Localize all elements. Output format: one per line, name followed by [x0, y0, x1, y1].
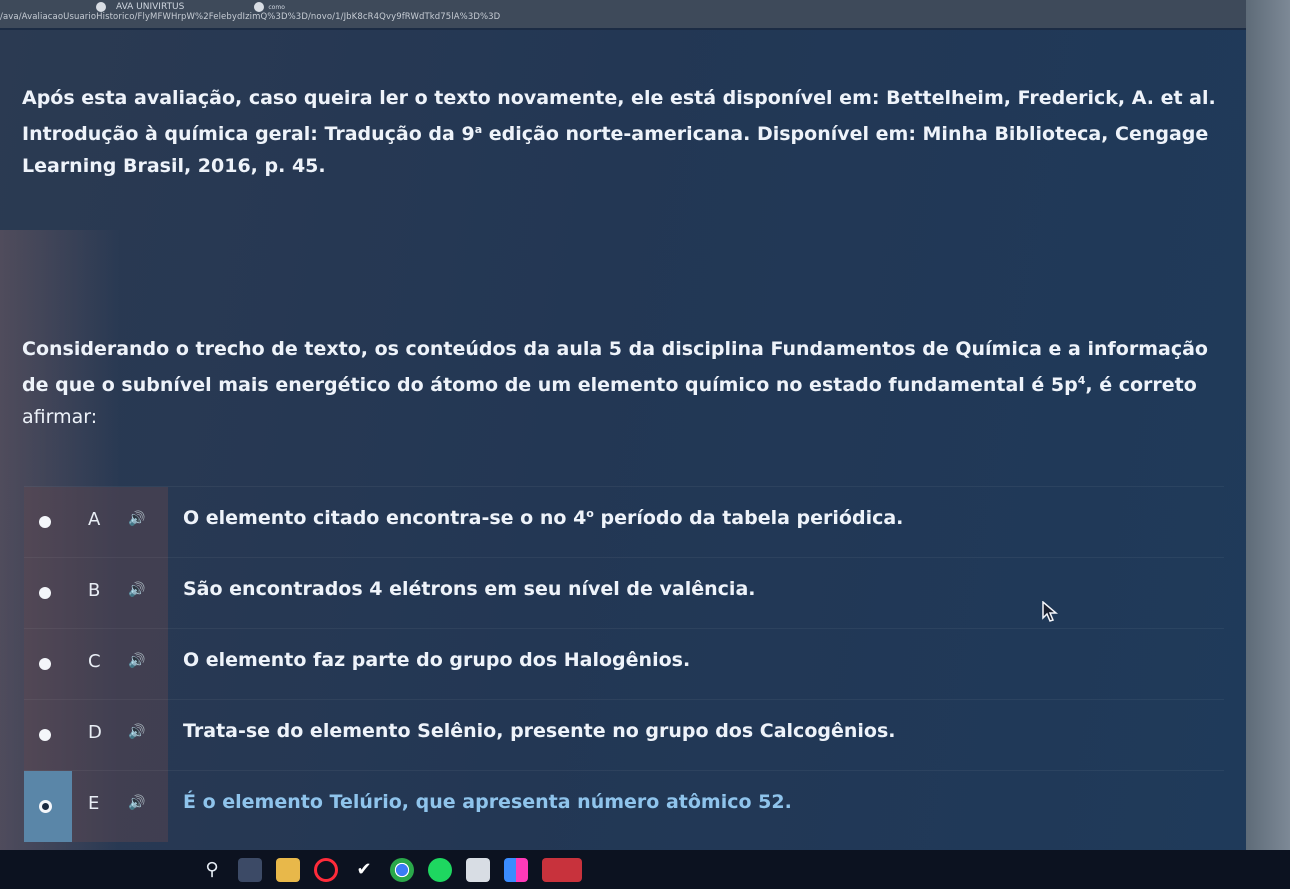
question-prompt: Considerando o trecho de texto, os conte… [22, 333, 1222, 433]
speaker-icon[interactable]: 🔊 [128, 582, 145, 598]
speaker-icon[interactable]: 🔊 [128, 724, 145, 740]
prompt-last-line: afirmar: [22, 406, 98, 428]
option-text: O elemento citado encontra-se o no 4o pe… [183, 507, 903, 529]
red-app-icon[interactable] [542, 857, 582, 882]
radio-button[interactable] [39, 516, 51, 528]
search-icon[interactable]: ⚲ [200, 858, 224, 882]
option-e[interactable]: E 🔊 É o elemento Telúrio, que apresenta … [24, 770, 1224, 842]
option-letter: B [88, 580, 101, 601]
intro-edition-superscript: a [474, 123, 483, 136]
option-letter: A [88, 509, 101, 530]
option-c[interactable]: C 🔊 O elemento faz parte do grupo dos Ha… [24, 628, 1224, 700]
spotify-icon[interactable] [428, 857, 452, 882]
file-explorer-icon[interactable] [276, 857, 300, 882]
prompt-text: Considerando o trecho de texto, os conte… [22, 338, 1208, 396]
tab-favicon-secondary-icon [254, 2, 265, 12]
store-app-icon[interactable] [466, 857, 490, 882]
monitor-bezel [1246, 0, 1290, 889]
taskbar: ⚲ ✔ [0, 850, 1290, 889]
option-d[interactable]: D 🔊 Trata-se do elemento Selênio, presen… [24, 699, 1224, 771]
task-view-icon[interactable] [238, 857, 262, 882]
windows-start-icon[interactable] [164, 859, 186, 881]
option-text-superscript: o [586, 507, 594, 520]
prompt-text-end: , é correto [1085, 374, 1197, 396]
answer-options: A 🔊 O elemento citado encontra-se o no 4… [24, 486, 1224, 842]
option-text: É o elemento Telúrio, que apresenta núme… [183, 791, 792, 813]
option-letter: C [88, 651, 101, 672]
speaker-icon[interactable]: 🔊 [128, 653, 145, 669]
tab-title[interactable]: AVA UNIVIRTUS [116, 2, 184, 12]
speaker-icon[interactable]: 🔊 [128, 511, 145, 527]
option-letter: E [88, 793, 100, 814]
option-text: O elemento faz parte do grupo dos Halogê… [183, 649, 691, 671]
prompt-orbital: 5p [1050, 374, 1078, 396]
checkmark-app-icon[interactable]: ✔ [352, 858, 376, 882]
mouse-cursor-icon [1042, 601, 1058, 622]
option-letter: D [88, 722, 102, 743]
option-text-start: O elemento citado encontra-se o no [183, 507, 574, 529]
option-text: Trata-se do elemento Selênio, presente n… [183, 720, 896, 742]
tab-favicon-icon [96, 2, 106, 12]
intro-edition-number: 9 [461, 123, 475, 145]
option-text-end: período da tabela periódica. [593, 507, 904, 529]
intro-paragraph: Após esta avaliação, caso queira ler o t… [22, 82, 1222, 182]
radio-button-selected[interactable] [39, 800, 52, 813]
opera-browser-icon[interactable] [314, 857, 338, 882]
multicolor-app-icon[interactable] [504, 857, 528, 882]
option-a[interactable]: A 🔊 O elemento citado encontra-se o no 4… [24, 486, 1224, 558]
chrome-browser-icon[interactable] [390, 857, 414, 882]
browser-chrome: AVA UNIVIRTUS como /ava/AvaliacaoUsuario… [0, 0, 1290, 28]
option-text: São encontrados 4 elétrons em seu nível … [183, 578, 756, 600]
option-text-number: 4 [573, 507, 587, 529]
radio-button[interactable] [39, 587, 51, 599]
tab-title-secondary[interactable]: como [268, 4, 285, 11]
question-panel: Após esta avaliação, caso queira ler o t… [0, 30, 1250, 880]
radio-button[interactable] [39, 729, 51, 741]
speaker-icon[interactable]: 🔊 [128, 795, 145, 811]
radio-button[interactable] [39, 658, 51, 670]
url-bar[interactable]: /ava/AvaliacaoUsuarioHistorico/FlyMFWHrp… [0, 12, 1290, 26]
